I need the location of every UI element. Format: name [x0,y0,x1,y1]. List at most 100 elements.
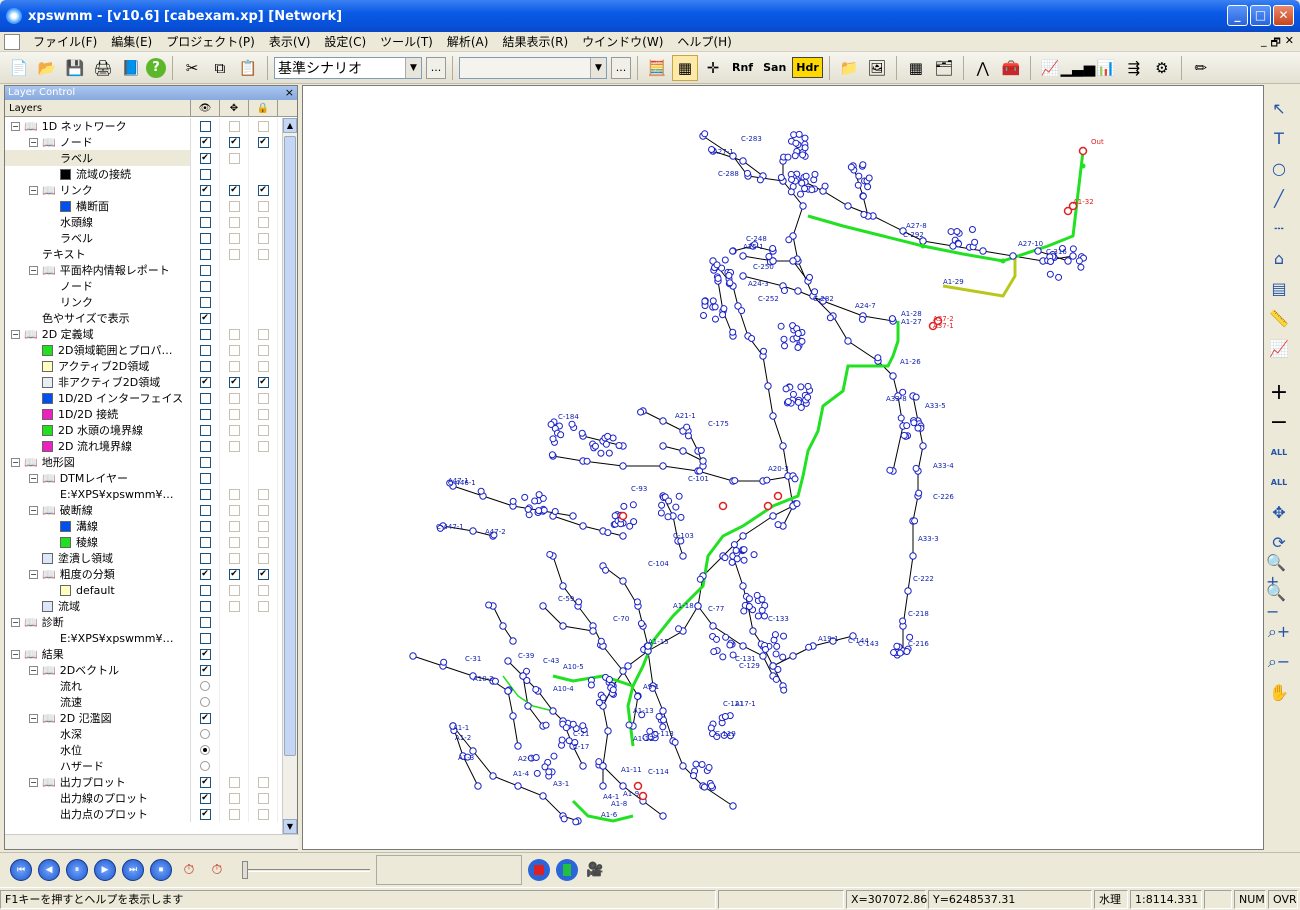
hand-pan-icon[interactable]: ✋ [1266,677,1292,707]
zoom-out-icon[interactable]: 🔍− [1266,583,1292,621]
layer-row[interactable]: 流速 [5,694,283,710]
circle-tool-icon[interactable]: ○ [1266,153,1292,183]
unchecked-checkbox[interactable] [257,792,269,804]
zoom-window-in-icon[interactable]: ⌕+ [1266,617,1292,647]
stop-icon[interactable]: ⏹ [150,858,172,881]
checked-checkbox[interactable]: ✔ [199,312,211,324]
unchecked-checkbox[interactable] [199,264,211,276]
unchecked-checkbox[interactable] [228,504,240,516]
checked-checkbox[interactable]: ✔ [257,184,269,196]
checked-checkbox[interactable]: ✔ [199,664,211,676]
network-drawing[interactable]: Out A27-1 C-283 C-288 A27-8C-292 A27-10C-316 A… [303,86,1263,849]
layer-name-cell[interactable]: − 📖 1D ネットワーク [5,118,191,134]
checked-checkbox[interactable]: ✔ [199,376,211,388]
unchecked-checkbox[interactable] [199,600,211,612]
unchecked-checkbox[interactable] [257,776,269,788]
unchecked-checkbox[interactable] [257,488,269,500]
radio-button[interactable] [200,697,210,707]
layer-name-cell[interactable]: − 📖 2D 定義域 [5,326,191,342]
radio-button[interactable] [200,761,210,771]
bar-profile-icon[interactable]: ▁▃▅ [1061,55,1096,81]
unchecked-checkbox[interactable] [257,536,269,548]
unchecked-checkbox[interactable] [228,408,240,420]
checked-checkbox[interactable]: ✔ [199,648,211,660]
layer-row[interactable]: 流域の接続 [5,166,283,182]
unchecked-checkbox[interactable] [257,520,269,532]
layer-row[interactable]: 溝線 [5,518,283,534]
unchecked-checkbox[interactable] [199,344,211,356]
network-map[interactable]: Out A27-1 C-283 C-288 A27-8 C-292 A27-10 C-316 A… [302,85,1264,850]
layer-row[interactable]: − 📖 リンク ✔ ✔ ✔ [5,182,283,198]
checked-checkbox[interactable]: ✔ [199,152,211,164]
unchecked-checkbox[interactable] [228,536,240,548]
chevron-down-icon[interactable]: ▼ [590,57,606,78]
unchecked-checkbox[interactable] [199,120,211,132]
layer-color-swatch[interactable] [42,376,53,388]
unchecked-checkbox[interactable] [199,328,211,340]
layer-row[interactable]: 流域 [5,598,283,614]
unchecked-checkbox[interactable] [228,248,240,260]
menu-file[interactable]: ファイル(F) [26,32,104,52]
unchecked-checkbox[interactable] [199,456,211,468]
unchecked-checkbox[interactable] [199,280,211,292]
ruler-icon[interactable]: 📏 [1266,303,1292,333]
layer-name-cell[interactable]: ハザード [5,758,191,774]
collapse-icon[interactable]: − [29,665,38,675]
pipe-icon[interactable]: 🧰 [998,55,1024,81]
document-icon[interactable] [4,33,20,50]
layer-name-cell[interactable]: 1D/2D 接続 [5,406,191,422]
layer-row[interactable]: 横断面 [5,198,283,214]
layer-name-cell[interactable]: 2D 流れ境界線 [5,438,191,454]
layer-color-swatch[interactable] [42,424,53,436]
layer-name-cell[interactable]: − 📖 診断 [5,614,191,630]
close-icon[interactable]: × [285,86,294,100]
scroll-down-icon[interactable]: ▼ [283,819,297,834]
book-icon[interactable]: 📘 [118,55,144,81]
unchecked-checkbox[interactable] [228,216,240,228]
layer-row[interactable]: アクティブ2D領域 [5,358,283,374]
unchecked-checkbox[interactable] [257,440,269,452]
layer-row[interactable]: 2D領域範囲とプロパ… [5,342,283,358]
minimize-button[interactable]: _ [1227,5,1248,26]
collapse-icon[interactable]: − [29,473,38,483]
layer-name-cell[interactable]: − 📖 リンク [5,182,191,198]
layers-column-header[interactable]: Layers [5,100,191,116]
secondary-select[interactable]: ▼ [459,56,607,79]
fast-forward-icon[interactable]: ⏭ [122,858,144,881]
san-button[interactable]: San [759,61,790,74]
all-nodes-icon[interactable]: ALL [1266,467,1292,497]
chart-icon[interactable]: 📈 [1266,333,1292,363]
layer-row[interactable]: ハザード [5,758,283,774]
unchecked-checkbox[interactable] [257,504,269,516]
graph-icon[interactable]: 📈 [1037,55,1063,81]
layer-name-cell[interactable]: 2D 水頭の境界線 [5,422,191,438]
pencil-icon[interactable]: ✏ [1188,55,1214,81]
layer-color-swatch[interactable] [42,552,53,564]
layer-color-swatch[interactable] [42,392,53,404]
collapse-icon[interactable]: − [29,713,38,723]
checked-checkbox[interactable]: ✔ [257,568,269,580]
unchecked-checkbox[interactable] [257,360,269,372]
checked-checkbox[interactable]: ✔ [199,792,211,804]
collapse-icon[interactable]: − [11,649,20,659]
select-arrow-icon[interactable]: ↖ [1266,93,1292,123]
unchecked-checkbox[interactable] [199,552,211,564]
unchecked-checkbox[interactable] [228,552,240,564]
collapse-icon[interactable]: − [11,617,20,627]
new-file-icon[interactable]: 📄 [6,55,32,81]
radio-button[interactable] [200,681,210,691]
time-slider-knob[interactable] [242,860,248,879]
unchecked-checkbox[interactable] [199,248,211,260]
layer-name-cell[interactable]: − 📖 2Dベクトル [5,662,191,678]
close-button[interactable]: ✕ [1273,5,1294,26]
save-icon[interactable]: 💾 [62,55,88,81]
mdi-close-button[interactable]: ✕ [1285,34,1294,53]
unchecked-checkbox[interactable] [199,440,211,452]
unchecked-checkbox[interactable] [257,808,269,820]
timer-icon[interactable]: ⏱ [206,859,228,881]
zoom-plus-icon[interactable]: + [1266,377,1292,407]
visibility-icon[interactable]: 👁 [191,100,220,116]
layer-color-swatch[interactable] [42,360,53,372]
unchecked-checkbox[interactable] [228,600,240,612]
unchecked-checkbox[interactable] [228,776,240,788]
